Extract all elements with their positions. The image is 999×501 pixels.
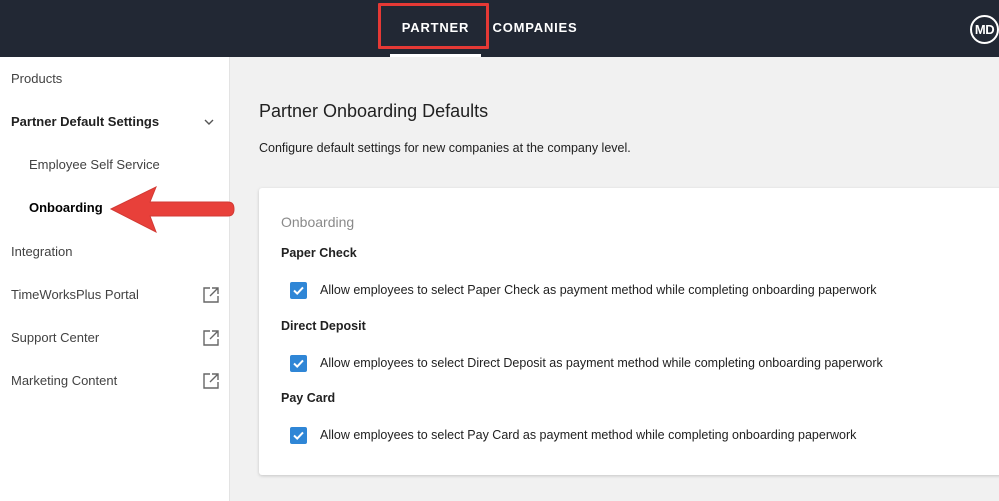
checkbox-label: Allow employees to select Paper Check as… xyxy=(320,283,877,297)
sidebar-item-support-center[interactable]: Support Center xyxy=(0,323,230,353)
section-title: Onboarding xyxy=(281,214,355,230)
sidebar-item-marketing-content[interactable]: Marketing Content xyxy=(0,366,230,396)
sidebar-item-label: Partner Default Settings xyxy=(11,114,160,129)
sidebar-item-employee-self-service[interactable]: Employee Self Service xyxy=(0,150,230,180)
checkmark-icon xyxy=(293,286,304,296)
sidebar-item-label: Marketing Content xyxy=(11,373,118,388)
sidebar-item-label: Products xyxy=(11,71,63,86)
sidebar-item-label: Onboarding xyxy=(29,200,103,215)
sidebar-item-label: TimeWorksPlus Portal xyxy=(11,287,139,302)
sidebar-item-integration[interactable]: Integration xyxy=(0,237,230,267)
chevron-down-icon xyxy=(204,119,214,125)
group-label-direct-deposit: Direct Deposit xyxy=(281,319,366,333)
group-label-pay-card: Pay Card xyxy=(281,391,336,405)
pay-card-checkbox[interactable] xyxy=(290,427,307,444)
sidebar-item-label: Support Center xyxy=(11,330,100,345)
direct-deposit-checkbox[interactable] xyxy=(290,355,307,372)
main-content: Partner Onboarding Defaults Configure de… xyxy=(230,57,999,501)
external-link-icon xyxy=(203,373,219,389)
group-label-paper-check: Paper Check xyxy=(281,246,357,260)
top-navigation-bar: PARTNER COMPANIES MD xyxy=(0,0,999,57)
checkmark-icon xyxy=(293,431,304,441)
external-link-icon xyxy=(203,330,219,346)
sidebar: Products Partner Default Settings Employ… xyxy=(0,57,230,501)
sidebar-item-label: Integration xyxy=(11,244,73,259)
tab-companies[interactable]: COMPANIES xyxy=(492,0,578,57)
checkbox-label: Allow employees to select Pay Card as pa… xyxy=(320,428,857,442)
onboarding-settings-card: Onboarding Paper Check Allow employees t… xyxy=(259,188,999,475)
checkbox-label: Allow employees to select Direct Deposit… xyxy=(320,356,883,370)
paper-check-checkbox[interactable] xyxy=(290,282,307,299)
annotation-arrow-icon xyxy=(109,185,235,234)
page-description: Configure default settings for new compa… xyxy=(259,141,631,155)
annotation-highlight-box xyxy=(378,3,489,49)
sidebar-item-products[interactable]: Products xyxy=(0,64,230,94)
external-link-icon xyxy=(203,287,219,303)
sidebar-item-label: Employee Self Service xyxy=(29,157,160,172)
user-avatar[interactable]: MD xyxy=(970,15,999,44)
sidebar-item-timeworksplus-portal[interactable]: TimeWorksPlus Portal xyxy=(0,280,230,310)
tab-companies-label: COMPANIES xyxy=(492,20,578,35)
checkmark-icon xyxy=(293,359,304,369)
page-title: Partner Onboarding Defaults xyxy=(259,101,489,121)
sidebar-item-partner-default-settings[interactable]: Partner Default Settings xyxy=(0,107,230,137)
